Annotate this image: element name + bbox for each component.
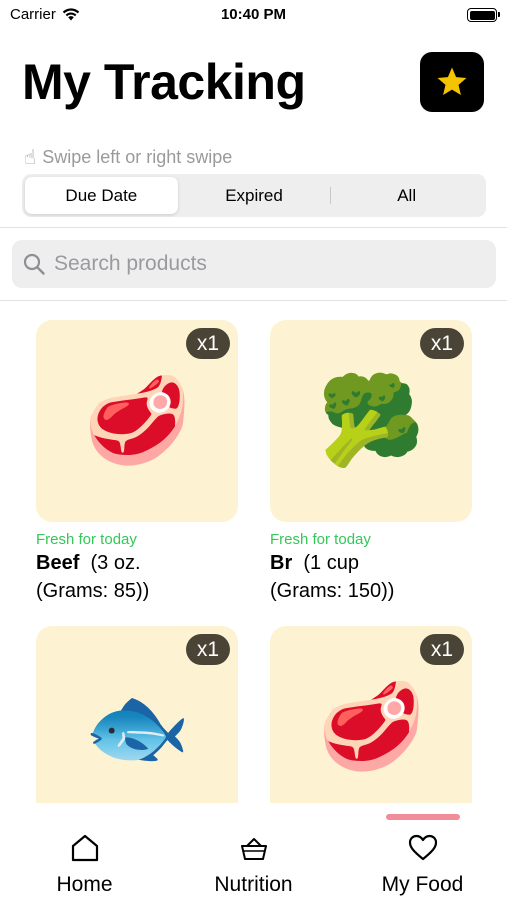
product-serving: (1 cup (303, 552, 359, 574)
swipe-hint: ☝ Swipe left or right swipe (24, 145, 232, 170)
filter-segmented-control: Due Date Expired All (22, 174, 486, 217)
quantity-badge: x1 (185, 328, 230, 359)
quantity-badge: x1 (185, 634, 230, 665)
battery-icon (467, 8, 500, 22)
search-input[interactable] (54, 252, 474, 276)
product-tile[interactable]: x1 🥩 (36, 320, 238, 522)
tab-home-label: Home (56, 873, 113, 896)
steak-icon: 🥩 (317, 679, 425, 775)
star-icon (437, 67, 467, 96)
product-name: Br (1 cup (Grams: 150)) (270, 549, 472, 605)
divider (0, 300, 507, 301)
divider (0, 227, 507, 228)
search-bar[interactable] (12, 240, 496, 288)
product-grams: (Grams: 150)) (270, 580, 395, 602)
product-title: Br (270, 552, 293, 574)
product-tile[interactable]: x1 🐟 (36, 626, 238, 828)
tab-my-food[interactable]: My Food (338, 803, 507, 900)
search-icon (23, 253, 45, 275)
swipe-hint-text: Swipe left or right swipe (42, 147, 233, 167)
house-icon (71, 834, 98, 862)
product-card[interactable]: x1 🥦 Fresh for today Br (1 cup (Grams: 1… (270, 320, 472, 605)
segment-all[interactable]: All (330, 177, 483, 214)
basket-icon (240, 838, 267, 860)
product-title: Beef (36, 552, 80, 574)
product-tile[interactable]: x1 🥩 (270, 626, 472, 828)
tab-nutrition-label: Nutrition (214, 873, 293, 896)
segment-due-date[interactable]: Due Date (25, 177, 178, 214)
tab-home[interactable]: Home (0, 803, 169, 900)
favorites-button[interactable] (420, 52, 484, 112)
status-bar: Carrier 10:40 PM (0, 0, 507, 32)
page-title: My Tracking (22, 54, 306, 110)
product-tile[interactable]: x1 🥦 (270, 320, 472, 522)
fish-icon: 🐟 (83, 679, 191, 775)
quantity-badge: x1 (419, 328, 464, 359)
tab-nutrition[interactable]: Nutrition (169, 803, 338, 900)
product-name: Beef (3 oz. (Grams: 85)) (36, 549, 238, 605)
broccoli-icon: 🥦 (317, 373, 425, 469)
product-serving: (3 oz. (90, 552, 141, 574)
pointing-hand-icon: ☝ (24, 147, 37, 169)
steak-icon: 🥩 (83, 373, 191, 469)
active-tab-indicator (385, 814, 460, 820)
segment-expired[interactable]: Expired (178, 177, 331, 214)
quantity-badge: x1 (419, 634, 464, 665)
tab-my-food-label: My Food (381, 873, 464, 896)
freshness-status: Fresh for today (36, 531, 137, 548)
tab-bar: Home Nutrition My Food (0, 803, 507, 900)
product-card[interactable]: x1 🐟 (36, 626, 238, 828)
product-card[interactable]: x1 🥩 Fresh for today Beef (3 oz. (Grams:… (36, 320, 238, 605)
product-card[interactable]: x1 🥩 (270, 626, 472, 828)
clock: 10:40 PM (220, 6, 287, 23)
heart-icon (408, 834, 437, 861)
product-grams: (Grams: 85)) (36, 580, 150, 602)
freshness-status: Fresh for today (270, 531, 371, 548)
